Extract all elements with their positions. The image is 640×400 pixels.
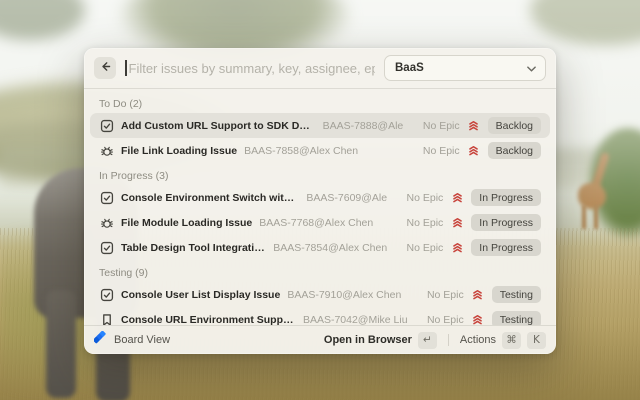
issue-title: Table Design Tool Integration: [121, 242, 266, 254]
issue-epic: No Epic: [423, 145, 460, 157]
footer-bar: Board View Open in Browser ↵ Actions ⌘ K: [84, 325, 556, 354]
issue-row[interactable]: File Link Loading Issue BAAS-7858@Alex C…: [90, 138, 550, 163]
issue-key-assignee: BAAS-7768@Alex Chen: [259, 217, 373, 229]
issue-title: File Link Loading Issue: [121, 145, 237, 157]
issue-key-assignee: BAAS-7910@Alex Chen: [287, 289, 401, 301]
priority-highest-icon: [471, 288, 485, 302]
issue-title: Add Custom URL Support to SDK Data Table…: [121, 120, 316, 132]
status-badge: Backlog: [488, 117, 541, 134]
issue-title: Console URL Environment Support: [121, 314, 296, 326]
text-caret: [125, 60, 127, 76]
issue-type-task-icon: [99, 118, 114, 133]
back-button[interactable]: [94, 57, 116, 79]
results-list: To Do (2) Add Custom URL Support to SDK …: [84, 89, 556, 325]
issue-epic: No Epic: [427, 314, 464, 326]
issue-type-task-icon: [99, 240, 114, 255]
search-input[interactable]: [129, 61, 376, 76]
issue-type-task-icon: [99, 190, 114, 205]
issue-search-panel: BaaS To Do (2) Add Custom URL Support to…: [84, 48, 556, 354]
open-in-browser-action[interactable]: Open in Browser ↵: [324, 332, 437, 349]
issue-type-bug-icon: [99, 143, 114, 158]
issue-row[interactable]: File Module Loading Issue BAAS-7768@Alex…: [90, 210, 550, 235]
footer-source: Board View: [94, 331, 316, 349]
issue-epic: No Epic: [423, 120, 460, 132]
actions-menu-button[interactable]: Actions ⌘ K: [460, 332, 546, 349]
issue-row[interactable]: Table Design Tool Integration BAAS-7854@…: [90, 235, 550, 260]
issue-title: Console User List Display Issue: [121, 289, 280, 301]
project-dropdown-value: BaaS: [395, 62, 424, 74]
issue-row[interactable]: Console URL Environment Support BAAS-704…: [90, 307, 550, 325]
search-header: BaaS: [84, 48, 556, 88]
issue-epic: No Epic: [407, 217, 444, 229]
issue-type-task-icon: [99, 287, 114, 302]
arrow-left-icon: [99, 60, 112, 76]
issue-key-assignee: BAAS-7888@Alex Chen: [323, 120, 403, 132]
k-key-icon: K: [527, 332, 546, 349]
issue-row[interactable]: Console User List Display Issue BAAS-791…: [90, 282, 550, 307]
status-badge: In Progress: [471, 214, 541, 231]
chevron-down-icon: [527, 59, 536, 77]
footer-source-label: Board View: [114, 334, 170, 346]
issue-title: File Module Loading Issue: [121, 217, 252, 229]
search-field-wrap: [125, 60, 375, 76]
section-label: Testing (9): [90, 260, 550, 282]
issue-key-assignee: BAAS-7609@Alex Chen: [306, 192, 386, 204]
section-label: To Do (2): [90, 91, 550, 113]
priority-highest-icon: [471, 313, 485, 326]
section-label: In Progress (3): [90, 163, 550, 185]
return-key-icon: ↵: [418, 332, 437, 349]
issue-epic: No Epic: [407, 242, 444, 254]
status-badge: In Progress: [471, 189, 541, 206]
status-badge: Testing: [492, 311, 541, 325]
project-dropdown[interactable]: BaaS: [384, 55, 546, 81]
issue-row[interactable]: Add Custom URL Support to SDK Data Table…: [90, 113, 550, 138]
open-in-browser-label: Open in Browser: [324, 334, 412, 346]
status-badge: Testing: [492, 286, 541, 303]
issue-epic: No Epic: [407, 192, 444, 204]
priority-highest-icon: [467, 119, 481, 133]
priority-highest-icon: [450, 216, 464, 230]
priority-highest-icon: [467, 144, 481, 158]
priority-highest-icon: [450, 191, 464, 205]
issue-key-assignee: BAAS-7858@Alex Chen: [244, 145, 358, 157]
priority-highest-icon: [450, 241, 464, 255]
issue-row[interactable]: Console Environment Switch with URL Para…: [90, 185, 550, 210]
issue-type-bug-icon: [99, 215, 114, 230]
status-badge: Backlog: [488, 142, 541, 159]
issue-title: Console Environment Switch with URL Para…: [121, 192, 299, 204]
status-badge: In Progress: [471, 239, 541, 256]
command-key-icon: ⌘: [502, 332, 521, 349]
jira-logo-icon: [94, 331, 107, 349]
issue-key-assignee: BAAS-7042@Mike Liu: [303, 314, 407, 326]
issue-type-story-icon: [99, 312, 114, 325]
footer-separator: [448, 334, 449, 346]
issue-key-assignee: BAAS-7854@Alex Chen: [273, 242, 386, 254]
issue-epic: No Epic: [427, 289, 464, 301]
actions-label: Actions: [460, 334, 496, 346]
